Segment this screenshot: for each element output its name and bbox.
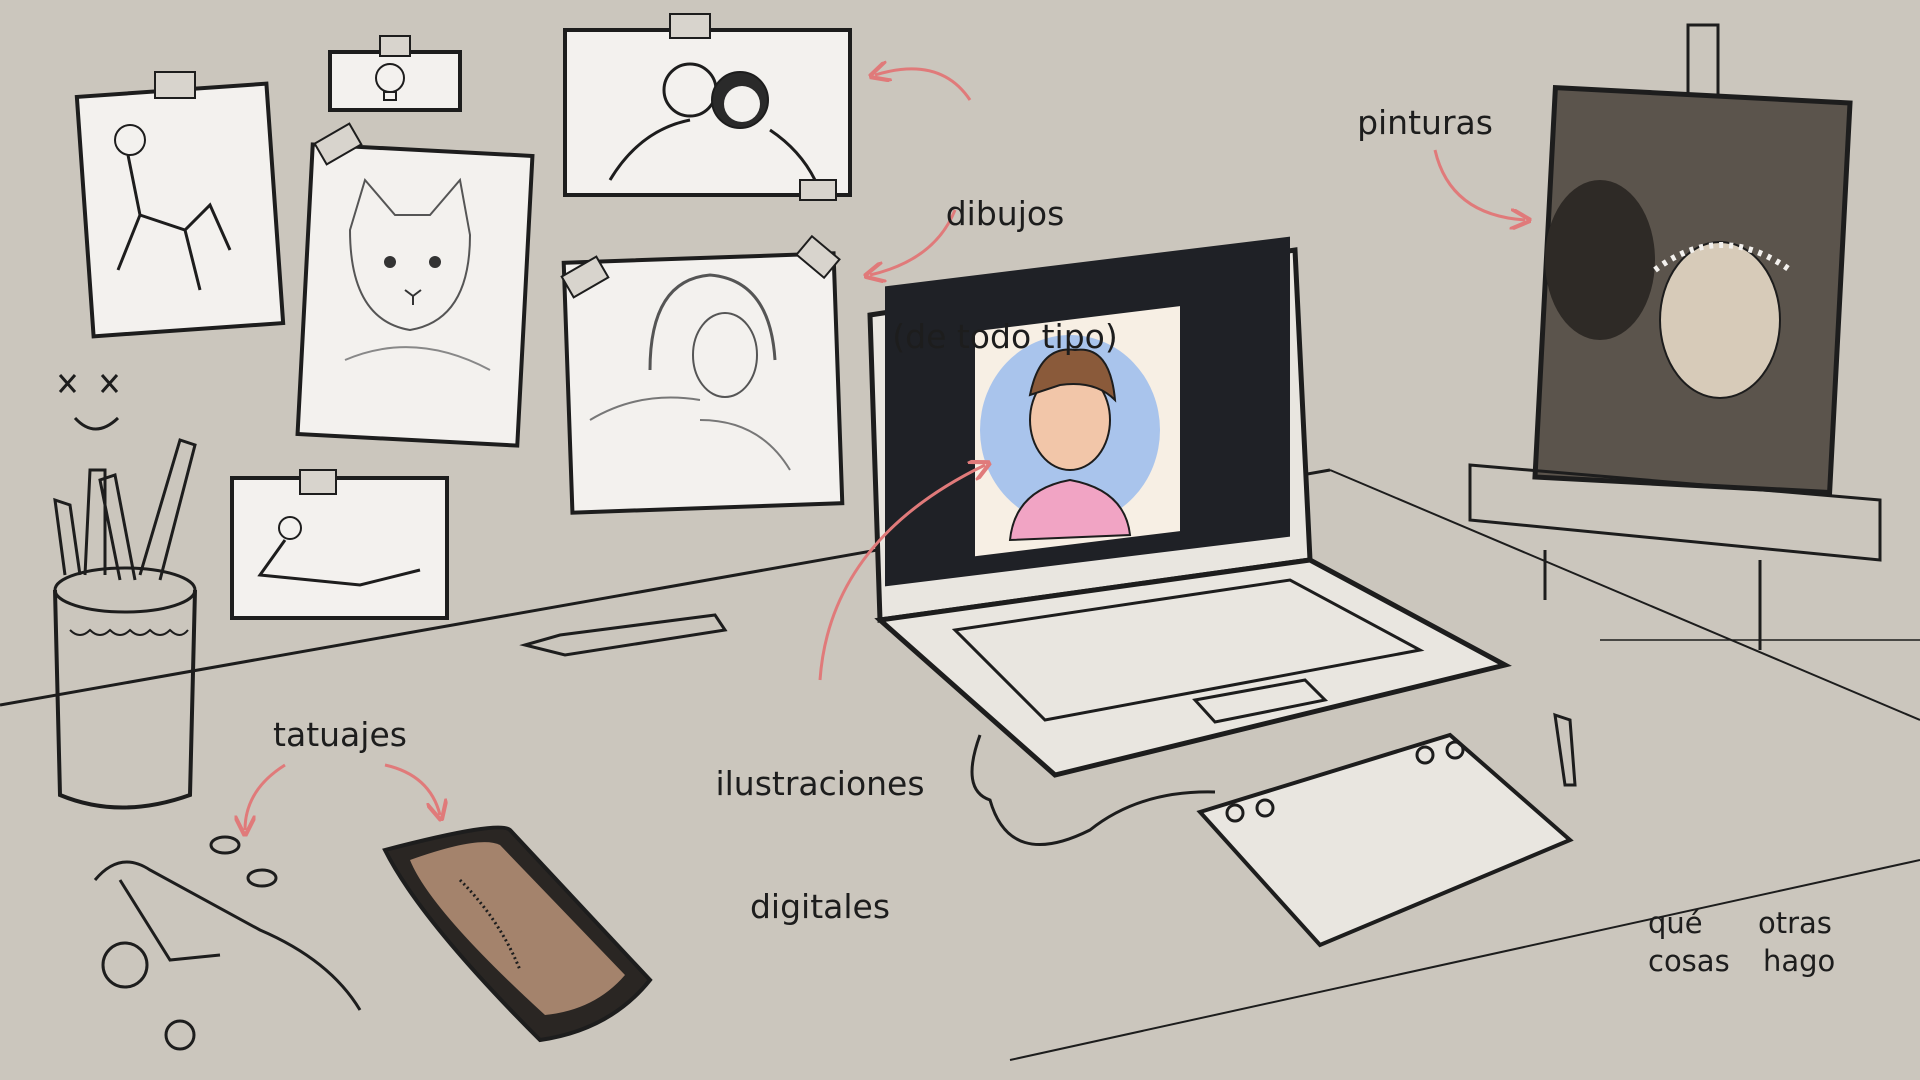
- label-drawings-line1: dibujos: [945, 193, 1065, 233]
- label-drawings-line2: (de todo tipo): [892, 317, 1118, 357]
- label-corner-cosas: cosas: [1648, 944, 1730, 978]
- label-corner-otras: otras: [1758, 906, 1832, 940]
- label-tattoos: tatuajes: [273, 715, 407, 754]
- label-corner-hago: hago: [1763, 944, 1836, 978]
- drawing-reclining-woman: [230, 469, 449, 620]
- label-corner-que: qué: [1648, 906, 1703, 940]
- arrow-tattoos-left: [245, 763, 286, 830]
- drawing-couple: [563, 13, 852, 201]
- phone-tattoo-photo: [382, 825, 653, 1043]
- drawing-portrait-girl: [560, 234, 845, 515]
- arrow-drawings-top: [875, 69, 972, 101]
- label-digital-line2: digitales: [749, 887, 891, 927]
- drawing-cat: [295, 122, 535, 448]
- label-paintings: pinturas: [1357, 103, 1493, 142]
- drawing-tablet: [1196, 712, 1577, 948]
- smiley-face-icon: [58, 374, 120, 431]
- label-digital-line1: ilustraciones: [715, 763, 925, 803]
- pencil-cup: [53, 438, 197, 810]
- label-digital: ilustraciones digitales: [700, 680, 940, 969]
- arrow-tattoos-right: [384, 763, 440, 815]
- drawing-seated-man: [74, 71, 286, 339]
- pencil-on-desk: [519, 613, 728, 657]
- arrow-paintings: [1433, 149, 1525, 220]
- label-drawings: dibujos (de todo tipo): [880, 110, 1130, 399]
- lightbulb-note: [328, 35, 462, 112]
- tattoo-machine: [93, 835, 362, 1051]
